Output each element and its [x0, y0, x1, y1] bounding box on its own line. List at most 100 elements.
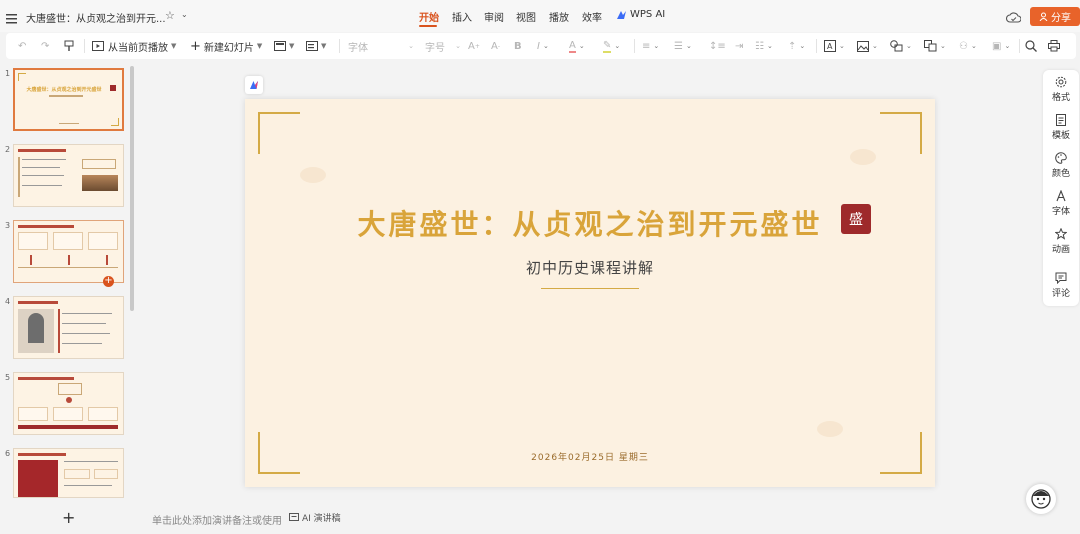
- ai-speech-icon: [289, 513, 299, 521]
- format-painter-icon[interactable]: [63, 38, 75, 54]
- text-direction-icon[interactable]: ⇡ ⌄: [788, 38, 805, 54]
- palette-icon: [1055, 152, 1067, 164]
- thumbnail-number: 2: [5, 145, 11, 154]
- wps-ai-float-icon[interactable]: [245, 76, 263, 94]
- star-icon: [1055, 228, 1067, 240]
- slide-thumbnail-2[interactable]: [13, 144, 124, 207]
- font-color-icon[interactable]: A ⌄: [569, 38, 585, 54]
- tab-insert[interactable]: 插入: [452, 9, 472, 24]
- play-from-current-label: 从当前页播放: [108, 42, 168, 54]
- line-spacing-icon[interactable]: ↕≡: [709, 38, 726, 54]
- tab-view[interactable]: 视图: [516, 9, 536, 24]
- chevron-down-icon[interactable]: ⌄: [181, 10, 188, 19]
- comment-label: 评论: [1051, 289, 1070, 299]
- seal-stamp: 盛: [841, 204, 871, 234]
- cloud-icon[interactable]: [1005, 8, 1022, 27]
- undo-icon[interactable]: ↶: [18, 38, 26, 54]
- highlight-icon[interactable]: ✎ ⌄: [603, 38, 620, 54]
- select-pane-icon[interactable]: ▣ ⌄: [992, 38, 1010, 54]
- ribbon-toolbar: ↶ ↷ 从当前页播放 ▼ + 新建幻灯片 ▼ ▼ ▼ 字体 ⌄ 字号 ⌄ A + …: [6, 33, 1076, 59]
- format-panel-button[interactable]: 格式: [1043, 76, 1079, 103]
- menu-icon[interactable]: [6, 9, 17, 24]
- tab-review[interactable]: 审阅: [484, 9, 504, 24]
- animation-label: 动画: [1051, 245, 1070, 255]
- play-icon: [92, 40, 104, 51]
- ai-speech-button[interactable]: AI 演讲稿: [289, 511, 341, 524]
- comment-panel-button[interactable]: 评论: [1043, 272, 1079, 299]
- thumbnail-number: 4: [5, 297, 11, 306]
- decrease-font-icon[interactable]: A-: [491, 38, 500, 54]
- font-size-select[interactable]: 字号 ⌄: [425, 38, 461, 54]
- section-icon[interactable]: ▼: [306, 38, 326, 54]
- slide-date[interactable]: 2026年02月25日 星期三: [245, 450, 935, 463]
- add-slide-icon[interactable]: +: [62, 508, 75, 527]
- corner-ornament: [880, 112, 922, 154]
- template-panel-button[interactable]: 模板: [1043, 114, 1079, 141]
- format-label: 格式: [1051, 93, 1070, 103]
- color-panel-button[interactable]: 颜色: [1043, 152, 1079, 179]
- tab-play[interactable]: 播放: [549, 9, 569, 24]
- notes-placeholder[interactable]: 单击此处添加演讲备注或使用: [152, 512, 282, 527]
- font-family-select[interactable]: 字体 ⌄: [348, 38, 414, 54]
- redo-icon[interactable]: ↷: [41, 38, 49, 54]
- thumbnail-scrollbar[interactable]: [130, 66, 134, 311]
- thumbnail-title: 大唐盛世：从贞观之治到开元盛世: [26, 87, 102, 93]
- slide-thumbnail-5[interactable]: [13, 372, 124, 435]
- animation-panel-button[interactable]: 动画: [1043, 228, 1079, 255]
- arrange-icon[interactable]: ⌄: [924, 38, 946, 54]
- ai-speech-label: AI 演讲稿: [302, 514, 341, 524]
- share-button[interactable]: 分享: [1030, 7, 1080, 26]
- font-panel-button[interactable]: 字体: [1043, 190, 1079, 217]
- play-from-current-button[interactable]: 从当前页播放 ▼: [92, 38, 176, 54]
- assistant-avatar-icon[interactable]: [1026, 484, 1056, 514]
- corner-ornament: [258, 112, 300, 154]
- title-bar: 大唐盛世：从贞观之治到开元... ☆ ⌄ 开始 插入 审阅 视图 播放 效率 W…: [0, 0, 1080, 32]
- color-label: 颜色: [1051, 169, 1070, 179]
- add-slide-after-icon[interactable]: +: [103, 276, 114, 287]
- wps-ai-tab[interactable]: WPS AI: [616, 9, 665, 20]
- slide-subtitle[interactable]: 初中历史课程讲解: [245, 257, 935, 278]
- bold-icon[interactable]: B: [514, 38, 522, 54]
- cloud-decoration: [817, 421, 843, 437]
- divider-line: [541, 288, 639, 289]
- columns-icon[interactable]: ☷ ⌄: [755, 38, 773, 54]
- search-icon[interactable]: [1025, 38, 1037, 54]
- font-family-placeholder: 字体: [348, 42, 368, 54]
- new-slide-button[interactable]: + 新建幻灯片 ▼: [190, 38, 262, 54]
- align-icon[interactable]: ≡ ⌄: [642, 38, 659, 54]
- thumbnail-number: 3: [5, 221, 11, 230]
- bullet-list-icon[interactable]: ☰ ⌄: [674, 38, 692, 54]
- right-side-panel: 格式 模板 颜色 字体 动画 评论: [1043, 70, 1079, 306]
- cloud-decoration: [850, 149, 876, 165]
- font-icon: [1056, 190, 1066, 202]
- thumbnail-number: 6: [5, 449, 11, 458]
- font-label: 字体: [1051, 207, 1070, 217]
- slide-thumbnail-1[interactable]: 大唐盛世：从贞观之治到开元盛世: [13, 68, 124, 131]
- slide-canvas[interactable]: 大唐盛世：从贞观之治到开元盛世 盛 初中历史课程讲解 2026年02月25日 星…: [245, 99, 935, 487]
- layout-icon[interactable]: ▼: [274, 38, 294, 54]
- thumbnail-number: 5: [5, 373, 11, 382]
- group-icon[interactable]: ⚇ ⌄: [959, 38, 977, 54]
- slide-thumbnail-4[interactable]: [13, 296, 124, 359]
- document-title[interactable]: 大唐盛世：从贞观之治到开元...: [26, 10, 166, 25]
- increase-font-icon[interactable]: A +: [468, 38, 480, 54]
- svg-text:A: A: [827, 42, 833, 51]
- tab-efficiency[interactable]: 效率: [582, 9, 602, 24]
- font-size-placeholder: 字号: [425, 42, 445, 54]
- indent-icon[interactable]: ⇥: [735, 38, 743, 54]
- slide-thumbnail-6[interactable]: [13, 448, 124, 498]
- share-label: 分享: [1051, 13, 1071, 24]
- tab-start[interactable]: 开始: [419, 9, 439, 24]
- italic-icon[interactable]: I ⌄: [537, 38, 549, 54]
- slide-thumbnail-3[interactable]: [13, 220, 124, 283]
- template-label: 模板: [1051, 131, 1070, 141]
- cloud-decoration: [300, 167, 326, 183]
- wps-ai-icon: [617, 10, 626, 19]
- shapes-icon[interactable]: ⌄: [890, 38, 912, 54]
- textbox-icon[interactable]: A ⌄: [824, 38, 845, 54]
- print-icon[interactable]: [1048, 38, 1060, 54]
- slide-title[interactable]: 大唐盛世：从贞观之治到开元盛世: [245, 203, 935, 243]
- slide-thumbnail-panel: 1 大唐盛世：从贞观之治到开元盛世 2 3 + 4 5 6: [0, 62, 136, 534]
- star-icon[interactable]: ☆: [165, 9, 175, 22]
- picture-icon[interactable]: ⌄: [857, 38, 878, 54]
